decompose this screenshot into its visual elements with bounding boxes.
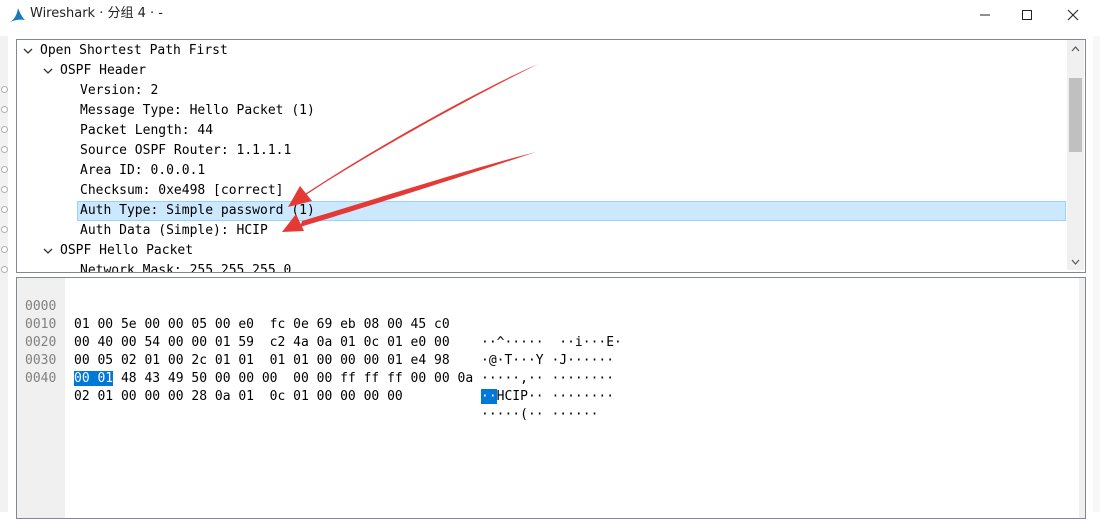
- tree-row-label: Message Type: Hello Packet (1): [80, 103, 315, 118]
- background-window-edge-right: [1093, 36, 1100, 512]
- tree-row-auth-data[interactable]: Auth Data (Simple): HCIP: [17, 221, 1067, 241]
- tree-row-packet-length[interactable]: Packet Length: 44: [17, 121, 1067, 141]
- tree-row-label: Packet Length: 44: [80, 123, 214, 138]
- tree-row-label: Area ID: 0.0.0.1: [80, 163, 206, 178]
- tree-row-label: OSPF Header: [60, 63, 147, 78]
- tree-row-label: Network Mask: 255.255.255.0: [80, 263, 292, 273]
- hex-bytes[interactable]: 02 01 00 00 00 28 0a 01 0c 01 00 00 00 0…: [74, 388, 403, 406]
- hex-line: 0000 01 00 5e 00 00 05 00 e0 fc 0e 69 eb…: [17, 280, 622, 350]
- hex-ascii[interactable]: ··^····· ··i···E·: [481, 334, 622, 352]
- minimize-icon: [980, 14, 990, 16]
- tree-row-version[interactable]: Version: 2: [17, 81, 1067, 101]
- maximize-button[interactable]: [1004, 0, 1050, 30]
- minimize-button[interactable]: [962, 0, 1008, 30]
- tree-row-label: OSPF Hello Packet: [60, 243, 194, 258]
- hex-offset: 0040: [25, 371, 57, 386]
- scrollbar-thumb[interactable]: [1069, 78, 1082, 152]
- hex-ascii[interactable]: ··HCIP·· ········: [481, 388, 614, 406]
- tree-row-label: Source OSPF Router: 1.1.1.1: [80, 143, 292, 158]
- close-icon: [1067, 9, 1079, 21]
- hex-line: 0030 00 01 48 43 49 50 00 00 00 00 00 ff…: [17, 334, 614, 404]
- title-bar: Wireshark · 分组 4 · -: [0, 0, 1100, 30]
- background-window-edge: [0, 36, 8, 512]
- tree-row-network-mask[interactable]: Network Mask: 255.255.255.0: [17, 261, 1067, 273]
- close-button[interactable]: [1050, 0, 1096, 30]
- hex-line: 0020 00 05 02 01 00 2c 01 01 01 01 00 00…: [17, 316, 614, 386]
- tree-row-label: Open Shortest Path First: [40, 43, 228, 58]
- hex-ascii[interactable]: ·····,·· ········: [481, 370, 614, 388]
- hex-line: 0040 02 01 00 00 00 28 0a 01 0c 01 00 00…: [17, 352, 598, 422]
- wireshark-fin-icon: [10, 8, 25, 22]
- scroll-up-icon[interactable]: [1071, 45, 1080, 53]
- tree-row-area-id[interactable]: Area ID: 0.0.0.1: [17, 161, 1067, 181]
- packet-bytes-pane[interactable]: 0000 01 00 5e 00 00 05 00 e0 fc 0e 69 eb…: [16, 277, 1086, 519]
- chevron-down-icon[interactable]: [43, 247, 53, 255]
- tree-row-checksum[interactable]: Checksum: 0xe498 [correct]: [17, 181, 1067, 201]
- hex-bytes[interactable]: 01 00 5e 00 00 05 00 e0 fc 0e 69 eb 08 0…: [74, 316, 450, 334]
- hex-ascii[interactable]: ·@·T···Y ·J······: [481, 352, 614, 370]
- tree-row-label: Auth Type: Simple password (1): [80, 203, 315, 218]
- hex-ascii-highlight[interactable]: ··: [481, 389, 497, 404]
- window-title: Wireshark · 分组 4 · -: [30, 6, 163, 21]
- tree-row-hello-packet[interactable]: OSPF Hello Packet: [17, 241, 1067, 261]
- tree-row-label: Auth Data (Simple): HCIP: [80, 223, 268, 238]
- hex-bytes[interactable]: 00 05 02 01 00 2c 01 01 01 01 00 00 00 0…: [74, 352, 450, 370]
- tree-row-auth-type[interactable]: Auth Type: Simple password (1): [17, 201, 1067, 221]
- tree-scrollbar[interactable]: [1067, 40, 1084, 270]
- hex-ascii-rest[interactable]: HCIP·· ········: [497, 389, 614, 404]
- chevron-down-icon[interactable]: [43, 67, 53, 75]
- tree-row-ospf-header[interactable]: OSPF Header: [17, 61, 1067, 81]
- tree-row-source-router[interactable]: Source OSPF Router: 1.1.1.1: [17, 141, 1067, 161]
- packet-details-pane[interactable]: Open Shortest Path First OSPF Header Ver…: [16, 39, 1086, 273]
- tree-row-label: Checksum: 0xe498 [correct]: [80, 183, 284, 198]
- hex-bytes-rest[interactable]: 48 43 49 50 00 00 00 00 00 ff ff ff 00 0…: [113, 371, 473, 386]
- tree-row-message-type[interactable]: Message Type: Hello Packet (1): [17, 101, 1067, 121]
- hex-bytes-highlight[interactable]: 00 01: [74, 371, 114, 386]
- hex-bytes[interactable]: 00 01 48 43 49 50 00 00 00 00 00 ff ff f…: [74, 370, 473, 388]
- hex-ascii[interactable]: ·····(·· ······: [481, 406, 598, 424]
- tree-row-ospf[interactable]: Open Shortest Path First: [17, 41, 1067, 61]
- scroll-down-icon[interactable]: [1071, 258, 1080, 266]
- maximize-icon: [1022, 10, 1032, 20]
- hex-bytes[interactable]: 00 40 00 54 00 00 01 59 c2 4a 0a 01 0c 0…: [74, 334, 450, 352]
- chevron-down-icon[interactable]: [23, 47, 33, 55]
- hex-scrollbar[interactable]: [1079, 278, 1085, 518]
- tree-row-label: Version: 2: [80, 83, 159, 98]
- hex-line: 0010 00 40 00 54 00 00 01 59 c2 4a 0a 01…: [17, 298, 614, 368]
